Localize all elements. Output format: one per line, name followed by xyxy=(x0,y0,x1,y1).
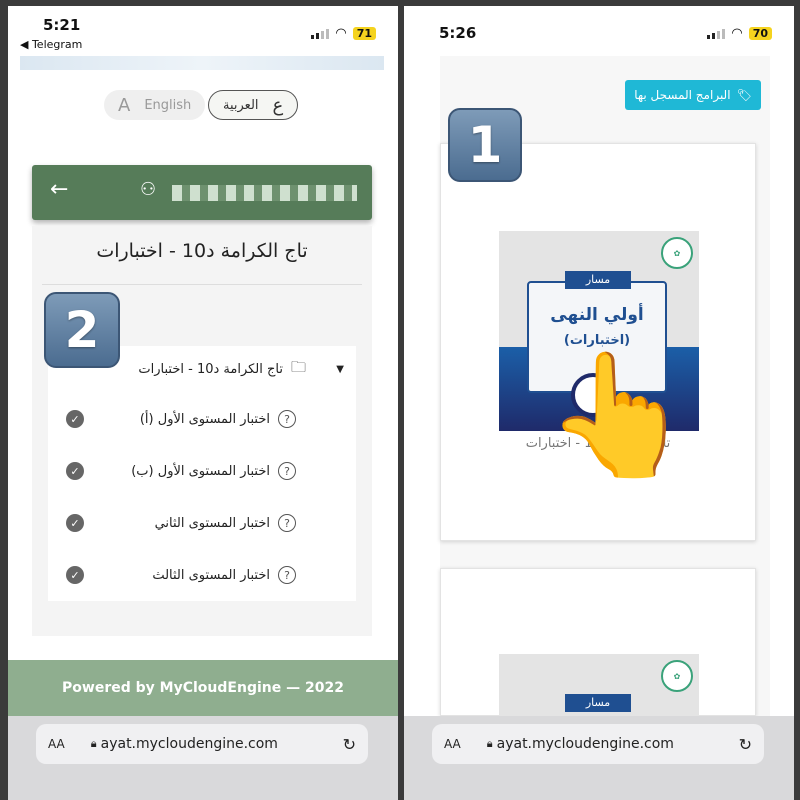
course-card[interactable]: ✿ مسار xyxy=(440,568,756,716)
wifi-icon: ◠ xyxy=(335,26,347,41)
list-item[interactable]: ✓ اختبار المستوى الأول (أ)? xyxy=(48,404,356,434)
step-badge: 1 xyxy=(448,108,522,182)
tap-hand-icon: 👆 xyxy=(544,346,694,485)
page-title: تاج الكرامة د10 - اختبارات xyxy=(96,240,308,262)
item-label: اختبار المستوى الأول (أ) xyxy=(139,411,270,427)
address-bar[interactable]: AA 🔒︎ ayat.mycloudengine.com ↻ xyxy=(36,724,368,764)
list-item[interactable]: ✓ اختبار المستوى الأول (ب)? xyxy=(48,456,356,486)
banner-strip xyxy=(20,56,384,70)
item-label: اختبار المستوى الأول (ب) xyxy=(131,463,270,479)
wifi-icon: ◠ xyxy=(731,26,743,41)
browser-toolbar: AA 🔒︎ ayat.mycloudengine.com ↻ xyxy=(404,716,794,800)
english-toggle[interactable]: A English xyxy=(104,90,206,120)
check-icon: ✓ xyxy=(66,566,84,584)
address-bar[interactable]: AA 🔒︎ ayat.mycloudengine.com ↻ xyxy=(432,724,764,764)
check-icon: ✓ xyxy=(66,410,84,428)
step-badge: 2 xyxy=(44,292,120,368)
item-label: اختبار المستوى الثاني xyxy=(154,515,270,531)
status-time: 5:26 xyxy=(439,24,477,42)
english-letter-icon: A xyxy=(118,94,131,116)
battery-icon: 71 xyxy=(352,27,376,40)
programs-label: البرامج المسجل بها xyxy=(634,88,731,102)
status-icons: ◠ 71 xyxy=(311,26,376,41)
folder-icon: 🗀 xyxy=(290,357,306,376)
cover-ribbon: مسار xyxy=(565,694,631,712)
english-label: English xyxy=(144,97,192,113)
brand-logo: ✿ xyxy=(661,660,693,692)
question-icon: ? xyxy=(278,514,296,532)
arabic-label: العربية xyxy=(223,97,259,113)
arabic-toggle[interactable]: العربية ع xyxy=(208,90,299,120)
person-off-icon: ⚇ xyxy=(140,179,157,200)
back-to-telegram[interactable]: ◀ Telegram xyxy=(20,38,82,51)
cover-title: أولي النهى xyxy=(550,305,644,325)
browser-toolbar: AA 🔒︎ ayat.mycloudengine.com ↻ xyxy=(8,716,398,800)
question-icon: ? xyxy=(278,566,296,584)
header-bar: ← ⚇ xyxy=(32,165,372,220)
divider xyxy=(42,284,362,285)
status-icons: ◠ 70 xyxy=(707,26,772,41)
reload-icon[interactable]: ↻ xyxy=(739,735,752,754)
signal-icon xyxy=(707,28,726,39)
cover-ribbon: مسار xyxy=(565,271,631,289)
left-phone-screen: 5:21 ◀ Telegram ◠ 71 A English العربية ع… xyxy=(8,6,398,800)
check-icon: ✓ xyxy=(66,462,84,480)
blurred-username xyxy=(172,185,357,201)
question-icon: ? xyxy=(278,410,296,428)
footer: Powered by MyCloudEngine — 2022 xyxy=(8,660,398,716)
lock-icon: 🔒︎ xyxy=(486,737,493,750)
caret-down-icon[interactable]: ▼ xyxy=(336,364,344,375)
brand-logo: ✿ xyxy=(661,237,693,269)
course-cover-image[interactable]: ✿ مسار xyxy=(499,654,699,716)
arabic-letter-icon: ع xyxy=(272,94,284,116)
battery-icon: 70 xyxy=(748,27,772,40)
question-icon: ? xyxy=(278,462,296,480)
url-text: ayat.mycloudengine.com xyxy=(100,736,278,752)
reader-aa-button[interactable]: AA xyxy=(48,737,65,751)
reload-icon[interactable]: ↻ xyxy=(343,735,356,754)
check-icon: ✓ xyxy=(66,514,84,532)
signal-icon xyxy=(311,28,330,39)
content-card: تاج الكرامة د10 - اختبارات تاج الكرامة د… xyxy=(32,226,372,636)
list-item[interactable]: ✓ اختبار المستوى الثالث? xyxy=(48,560,356,590)
url-text: ayat.mycloudengine.com xyxy=(496,736,674,752)
back-arrow-icon[interactable]: ← xyxy=(50,177,68,202)
item-label: اختبار المستوى الثالث xyxy=(152,567,270,583)
right-phone-screen: 5:26 ◠ 70 البرامج المسجل بها 🏷︎ ✿ أولي ا… xyxy=(404,6,794,800)
quiz-list: تاج الكرامة د10 - اختبارات 🗀 ▼ ✓ اختبار ا… xyxy=(48,346,356,601)
tag-icon: 🏷︎ xyxy=(736,88,752,102)
status-time: 5:21 xyxy=(43,16,81,34)
folder-label: تاج الكرامة د10 - اختبارات xyxy=(138,361,283,377)
registered-programs-button[interactable]: البرامج المسجل بها 🏷︎ xyxy=(625,80,761,110)
list-item[interactable]: ✓ اختبار المستوى الثاني? xyxy=(48,508,356,538)
reader-aa-button[interactable]: AA xyxy=(444,737,461,751)
lock-icon: 🔒︎ xyxy=(90,737,97,750)
